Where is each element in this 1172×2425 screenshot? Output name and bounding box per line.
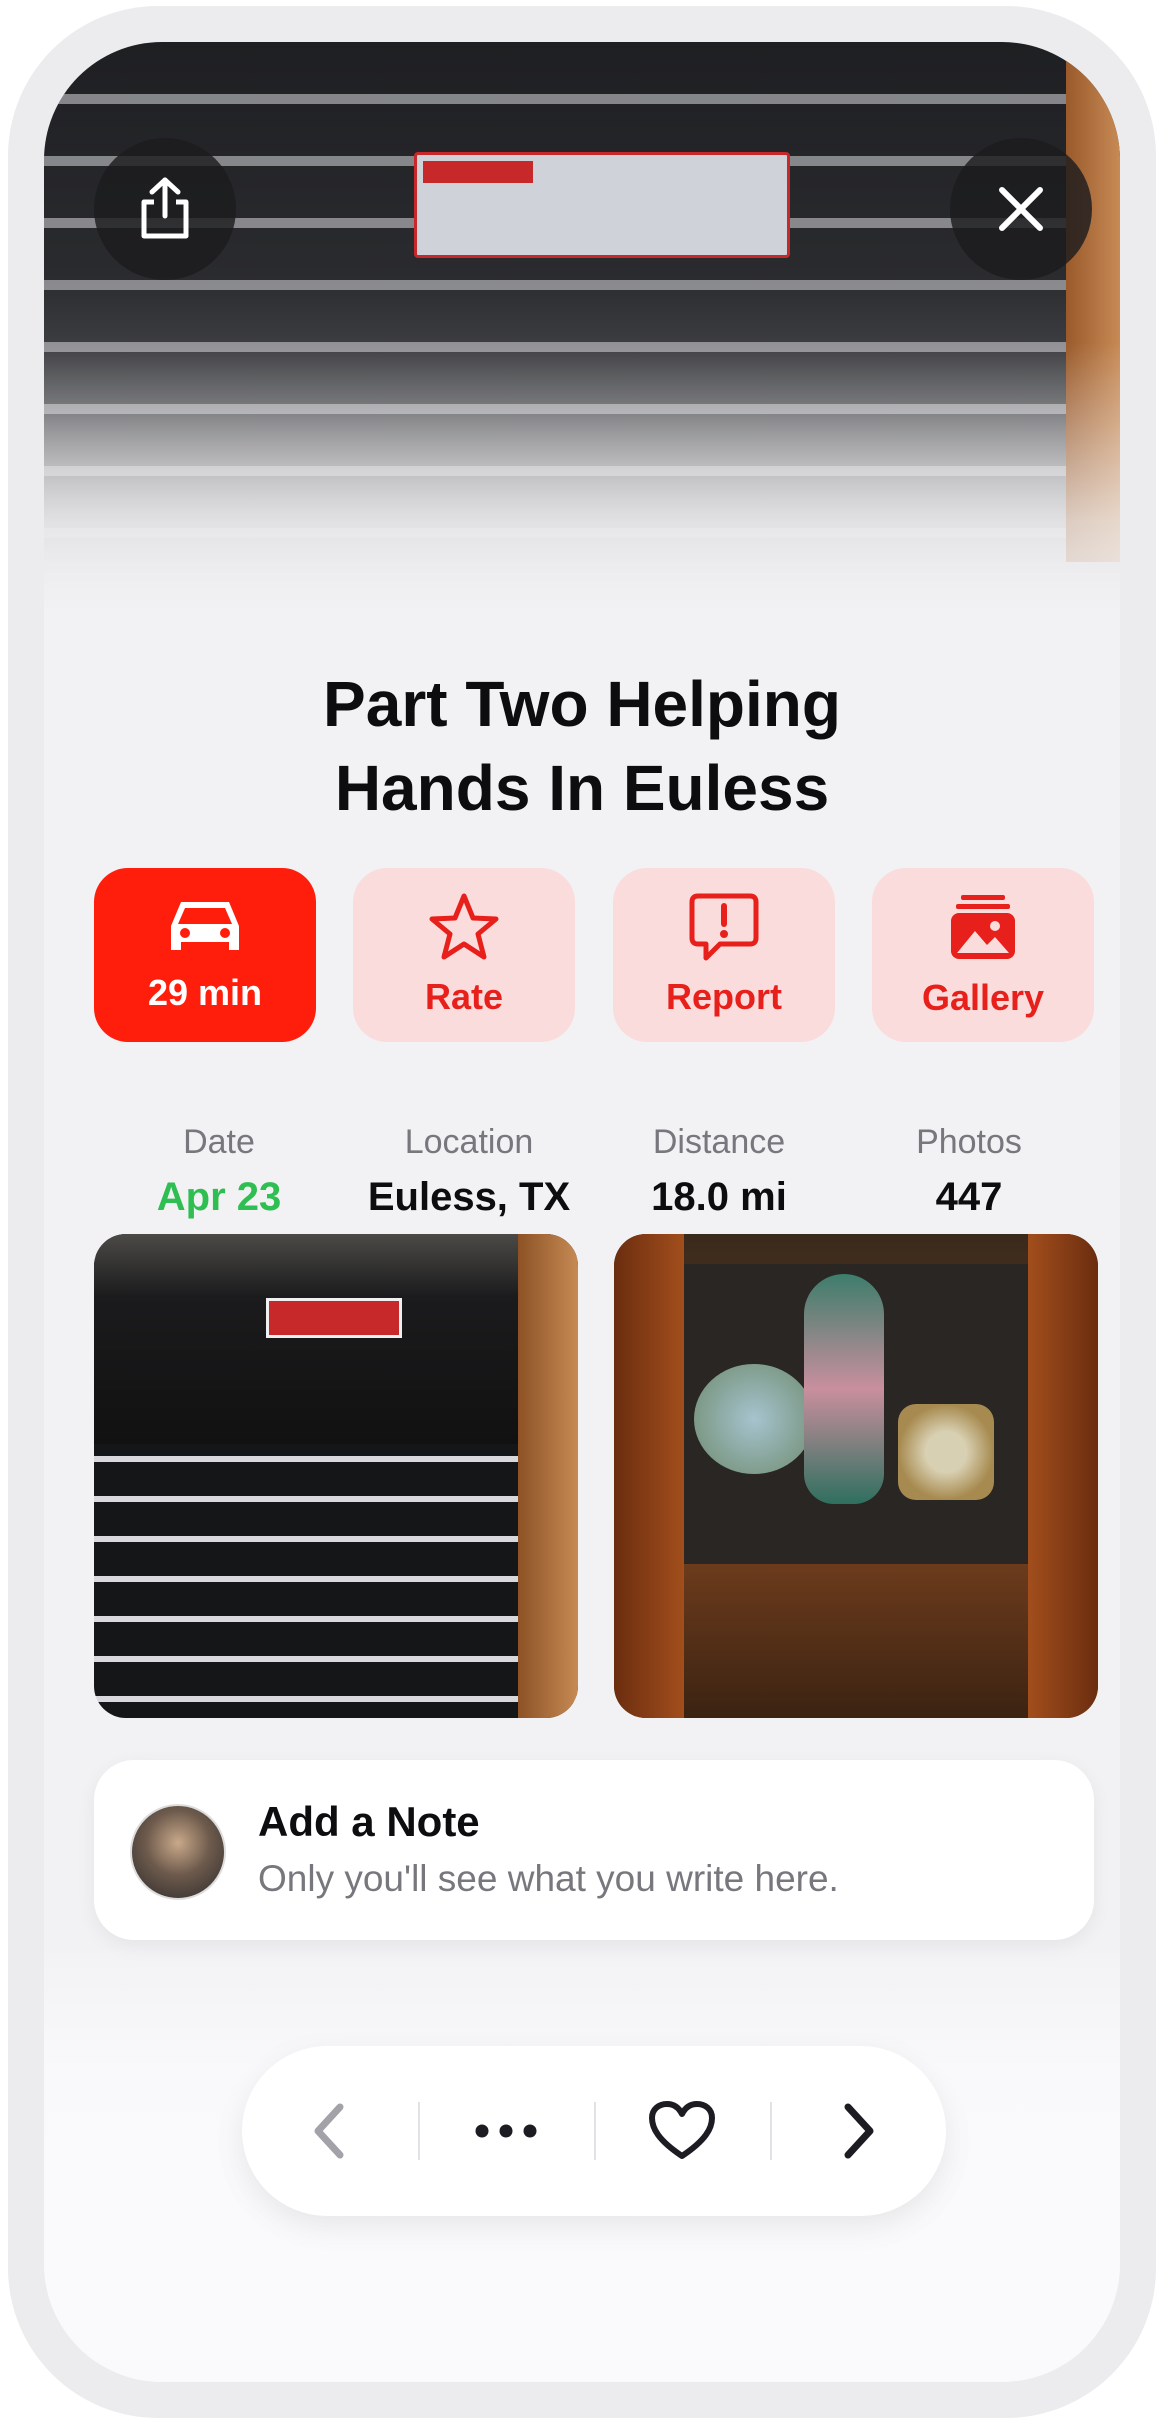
- stat-location-value: Euless, TX: [367, 1175, 571, 1219]
- report-icon: [689, 893, 759, 961]
- photo-cabinet-frame-right: [1028, 1234, 1098, 1718]
- stat-photos: Photos 447: [844, 1122, 1094, 1222]
- avatar: [130, 1804, 226, 1900]
- photo-plate: [694, 1364, 814, 1474]
- photo-wood-edge: [518, 1234, 578, 1718]
- gallery-icon: [951, 895, 1015, 959]
- chevron-left-icon: [314, 2103, 344, 2159]
- report-button[interactable]: Report: [613, 868, 835, 1042]
- more-button[interactable]: [418, 2046, 594, 2216]
- drive-time-label: 29 min: [147, 972, 263, 1013]
- share-icon: [141, 177, 189, 239]
- heart-icon: [649, 2101, 715, 2159]
- photo-lower-shelf: [684, 1564, 1028, 1718]
- gallery-button[interactable]: Gallery: [872, 868, 1094, 1042]
- share-button[interactable]: [94, 138, 236, 280]
- photo-vase: [804, 1274, 884, 1504]
- phone-frame: Part Two Helping Hands In Euless 29 min …: [8, 6, 1156, 2418]
- car-icon: [171, 902, 239, 950]
- photo-thumbnail[interactable]: [94, 1234, 578, 1718]
- photo-mirror: [898, 1404, 994, 1500]
- screen: Part Two Helping Hands In Euless 29 min …: [44, 42, 1120, 2382]
- stat-date: Date Apr 23: [94, 1122, 344, 1222]
- photo-carousel[interactable]: [94, 1234, 1120, 1718]
- title-line-2: Hands In Euless: [334, 752, 830, 824]
- stat-date-value: Apr 23: [156, 1175, 282, 1219]
- previous-button[interactable]: [242, 2046, 418, 2216]
- add-note-card[interactable]: Add a Note Only you'll see what you writ…: [94, 1760, 1094, 1940]
- action-row: 29 min Rate Report Gallery: [94, 868, 1094, 1042]
- more-icon: [475, 2124, 537, 2138]
- photo-brand-plate: [266, 1298, 402, 1338]
- gallery-label: Gallery: [921, 977, 1045, 1018]
- stat-photos-label: Photos: [916, 1123, 1022, 1161]
- photo-thumbnail[interactable]: [614, 1234, 1098, 1718]
- stat-location-label: Location: [404, 1123, 534, 1161]
- stat-photos-value: 447: [935, 1175, 1003, 1219]
- close-icon: [999, 187, 1043, 231]
- rate-label: Rate: [424, 976, 504, 1017]
- page-title: Part Two Helping Hands In Euless: [44, 662, 1120, 830]
- close-button[interactable]: [950, 138, 1092, 280]
- title-line-1: Part Two Helping: [323, 668, 841, 740]
- stat-distance: Distance 18.0 mi: [594, 1122, 844, 1222]
- stat-date-label: Date: [183, 1123, 255, 1161]
- star-icon: [429, 893, 499, 960]
- drive-time-button[interactable]: 29 min: [94, 868, 316, 1042]
- rate-button[interactable]: Rate: [353, 868, 575, 1042]
- stat-distance-label: Distance: [652, 1123, 786, 1161]
- chevron-right-icon: [844, 2103, 874, 2159]
- note-title: Add a Note: [258, 1798, 480, 1845]
- report-label: Report: [666, 976, 782, 1017]
- favorite-button[interactable]: [594, 2046, 770, 2216]
- bottom-nav-bar: [242, 2046, 946, 2216]
- hero-fade: [44, 342, 1120, 642]
- next-button[interactable]: [770, 2046, 946, 2216]
- photo-cabinet-frame-left: [614, 1234, 684, 1718]
- stat-location: Location Euless, TX: [344, 1122, 594, 1222]
- hero-product-box: [414, 152, 790, 258]
- photo-toolbox-lid: [94, 1234, 578, 1444]
- note-subtitle: Only you'll see what you write here.: [258, 1858, 839, 1899]
- stat-distance-value: 18.0 mi: [651, 1175, 787, 1219]
